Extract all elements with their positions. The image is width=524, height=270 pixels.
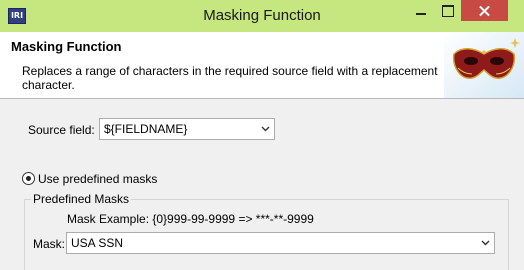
close-button[interactable] [461,0,508,21]
mask-example-text: Mask Example: {0}999-99-9999 => ***-**-9… [67,212,314,226]
chevron-down-icon [261,126,270,132]
minimize-button[interactable] [407,0,434,21]
carnival-mask-icon [444,32,524,98]
source-field-value: ${FIELDNAME} [104,122,188,136]
radio-selected-icon[interactable] [22,172,35,185]
chevron-down-icon [481,240,490,246]
dialog-header: Masking Function Replaces a range of cha… [0,32,524,99]
use-predefined-masks-label: Use predefined masks [38,172,158,186]
header-title: Masking Function [11,39,122,54]
dialog-window: IRI Masking Function Masking Function Re… [0,0,524,270]
mask-label: Mask: [33,237,66,251]
mask-select-value: USA SSN [71,236,124,250]
source-field-label: Source field: [28,123,95,137]
source-field-select[interactable]: ${FIELDNAME} [99,118,275,140]
mask-select[interactable]: USA SSN [66,232,495,254]
maximize-button[interactable] [434,0,461,21]
predefined-masks-group-title: Predefined Masks [31,192,132,206]
title-bar[interactable]: IRI Masking Function [0,0,524,32]
header-description: Replaces a range of characters in the re… [22,64,438,92]
